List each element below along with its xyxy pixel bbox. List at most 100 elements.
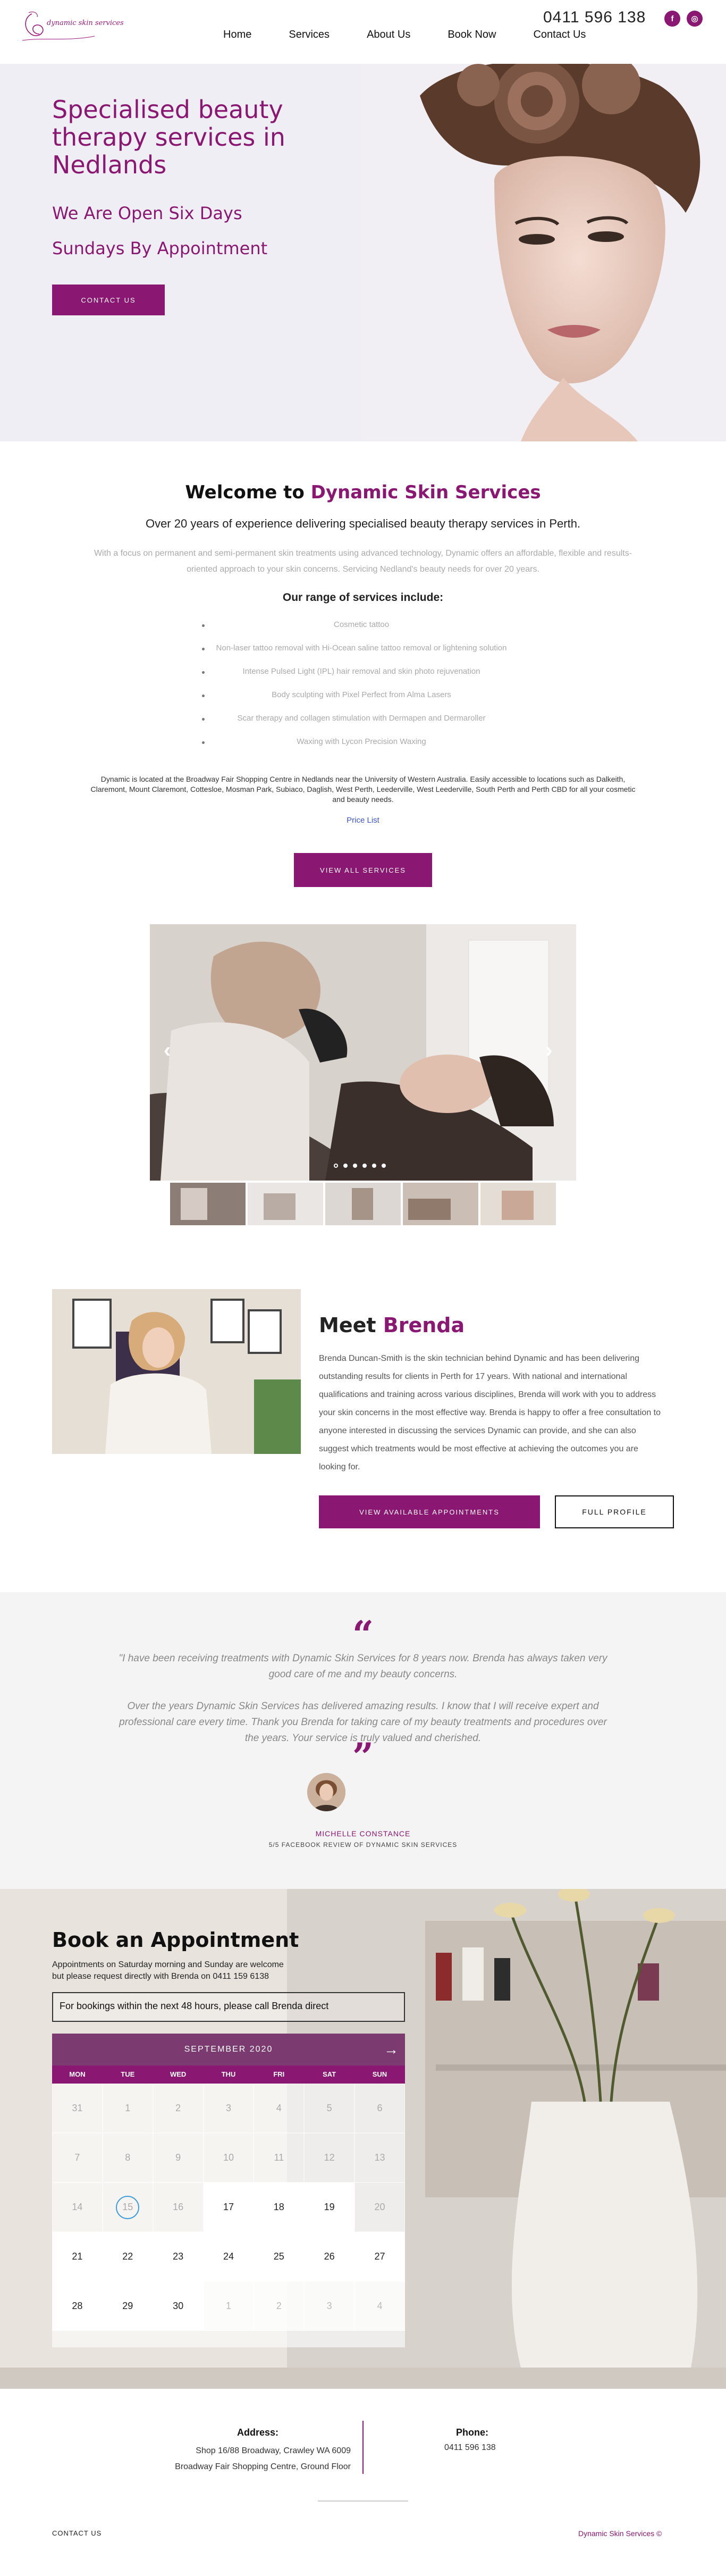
hero-open-days: We Are Open Six Days	[52, 203, 242, 223]
site-header: dynamic skin services Home Services Abou…	[0, 0, 726, 64]
calendar-day-available[interactable]: 26	[304, 2232, 355, 2281]
services-range-title: Our range of services include:	[282, 591, 444, 604]
weekday-label: WED	[170, 2070, 187, 2078]
calendar-day: 12	[304, 2133, 355, 2182]
calendar-day-available[interactable]: 28	[52, 2281, 103, 2331]
calendar-day: 20	[354, 2182, 405, 2232]
calendar-day-available[interactable]: 27	[354, 2232, 405, 2281]
calendar-day: 7	[52, 2133, 103, 2182]
calendar-day: 10	[203, 2133, 254, 2182]
testimonial-author: MICHELLE CONSTANCE	[315, 1829, 411, 1838]
instagram-icon[interactable]: ◎	[687, 11, 703, 27]
nav-services[interactable]: Services	[289, 29, 330, 41]
services-list: Cosmetic tattoo Non-laser tattoo removal…	[202, 620, 521, 760]
address-label: Address:	[237, 2427, 279, 2438]
close-quote-icon: ”	[352, 1735, 374, 1779]
calendar-day-available[interactable]: 30	[153, 2281, 204, 2331]
calendar-day: 9	[153, 2133, 204, 2182]
carousel-dots	[334, 1164, 386, 1168]
booking-notice-box: For bookings within the next 48 hours, p…	[52, 1992, 405, 2022]
nav-home[interactable]: Home	[223, 29, 251, 41]
calendar-day: 4	[254, 2084, 305, 2133]
calendar-day-available[interactable]: 24	[203, 2232, 254, 2281]
hero-model-image	[361, 64, 726, 441]
calendar-day: 11	[254, 2133, 305, 2182]
weekday-label: MON	[69, 2070, 86, 2078]
calendar-day: 6	[354, 2084, 405, 2133]
calendar-day-available[interactable]: 18	[254, 2182, 305, 2232]
calendar-day: 3	[203, 2084, 254, 2133]
calendar-day: 31	[52, 2084, 103, 2133]
full-profile-button[interactable]: FULL PROFILE	[555, 1495, 674, 1528]
carousel-dot[interactable]	[343, 1164, 348, 1168]
facebook-icon[interactable]: f	[664, 11, 680, 27]
carousel-dot[interactable]	[372, 1164, 376, 1168]
carousel-thumbnail[interactable]	[325, 1183, 401, 1225]
next-month-arrow-icon[interactable]: →	[384, 2034, 399, 2065]
carousel-dot[interactable]	[334, 1164, 338, 1168]
meet-title: Meet Brenda	[319, 1314, 465, 1337]
carousel-dot[interactable]	[382, 1164, 386, 1168]
carousel-next-arrow[interactable]: ›	[545, 1039, 552, 1063]
meet-title-prefix: Meet	[319, 1314, 383, 1337]
service-item: Scar therapy and collagen stimulation wi…	[202, 714, 521, 737]
carousel-slide-image	[150, 924, 576, 1181]
view-all-services-button[interactable]: VIEW ALL SERVICES	[294, 853, 432, 887]
carousel-thumbnail[interactable]	[403, 1183, 478, 1225]
calendar-day: 2	[153, 2084, 204, 2133]
booking-note: Appointments on Saturday morning and Sun…	[52, 1959, 284, 1983]
calendar-day-available[interactable]: 21	[52, 2232, 103, 2281]
calendar-day-next-month: 2	[254, 2281, 305, 2331]
calendar-day-next-month: 4	[354, 2281, 405, 2331]
price-list-link[interactable]: Price List	[0, 816, 726, 825]
address-line: Broadway Fair Shopping Centre, Ground Fl…	[175, 2462, 351, 2471]
welcome-title-highlight: Dynamic Skin Services	[310, 482, 541, 503]
carousel-thumbnail[interactable]	[248, 1183, 323, 1225]
calendar-week: 14 15 16 17 18 19 20	[52, 2182, 405, 2232]
calendar-day-next-month: 1	[203, 2281, 254, 2331]
avatar	[307, 1773, 345, 1811]
carousel-thumbnail[interactable]	[170, 1183, 246, 1225]
calendar-week: 7 8 9 10 11 12 13	[52, 2133, 405, 2182]
view-appointments-button[interactable]: VIEW AVAILABLE APPOINTMENTS	[319, 1495, 540, 1528]
calendar-week: 21 22 23 24 25 26 27	[52, 2232, 405, 2281]
weekday-label: SUN	[372, 2070, 387, 2078]
meet-description: Brenda Duncan-Smith is the skin technici…	[319, 1354, 661, 1471]
calendar-day: 5	[304, 2084, 355, 2133]
calendar-day-available[interactable]: 29	[102, 2281, 153, 2331]
calendar-day-available[interactable]: 17	[203, 2182, 254, 2232]
weekday-label: THU	[221, 2070, 236, 2078]
meet-title-highlight: Brenda	[383, 1314, 465, 1337]
calendar-day-available[interactable]: 25	[254, 2232, 305, 2281]
hero-section: Specialised beauty therapy services in N…	[0, 64, 726, 441]
carousel-thumbnail[interactable]	[480, 1183, 556, 1225]
image-carousel: ‹ ›	[150, 924, 576, 1181]
calendar-day-available[interactable]: 23	[153, 2232, 204, 2281]
carousel-dot[interactable]	[353, 1164, 357, 1168]
nav-book-now[interactable]: Book Now	[448, 29, 496, 41]
nav-contact-us[interactable]: Contact Us	[533, 29, 586, 41]
address-text: Shop 16/88 Broadway, Crawley WA 6009 Bro…	[133, 2443, 351, 2475]
footer-divider	[362, 2421, 364, 2474]
nav-about-us[interactable]: About Us	[367, 29, 410, 41]
booking-note-line: but please request directly with Brenda …	[52, 1972, 269, 1981]
carousel-dot[interactable]	[362, 1164, 367, 1168]
contact-us-button[interactable]: CONTACT US	[52, 285, 165, 315]
footer-contact-link[interactable]: CONTACT US	[52, 2529, 102, 2537]
testimonial-paragraph: "I have been receiving treatments with D…	[119, 1653, 607, 1680]
calendar-day: 14	[52, 2182, 103, 2232]
calendar-day-available[interactable]: 19	[304, 2182, 355, 2232]
carousel-prev-arrow[interactable]: ‹	[164, 1039, 171, 1063]
booking-section: Book an Appointment Appointments on Satu…	[0, 1889, 726, 2389]
calendar-day-available[interactable]: 22	[102, 2232, 153, 2281]
calendar-week: 31 1 2 3 4 5 6	[52, 2084, 405, 2133]
welcome-title-prefix: Welcome to	[185, 482, 311, 503]
calendar-week: 28 29 30 1 2 3 4	[52, 2281, 405, 2331]
brenda-photo	[52, 1289, 301, 1454]
phone-label: Phone:	[456, 2427, 488, 2438]
footer-phone[interactable]: 0411 596 138	[444, 2443, 496, 2453]
service-item: Waxing with Lycon Precision Waxing	[202, 737, 521, 760]
booking-calendar: SEPTEMBER 2020 → MON TUE WED THU FRI SAT…	[52, 2034, 405, 2347]
header-phone[interactable]: 0411 596 138	[543, 9, 646, 27]
welcome-title: Welcome to Dynamic Skin Services	[0, 482, 726, 503]
